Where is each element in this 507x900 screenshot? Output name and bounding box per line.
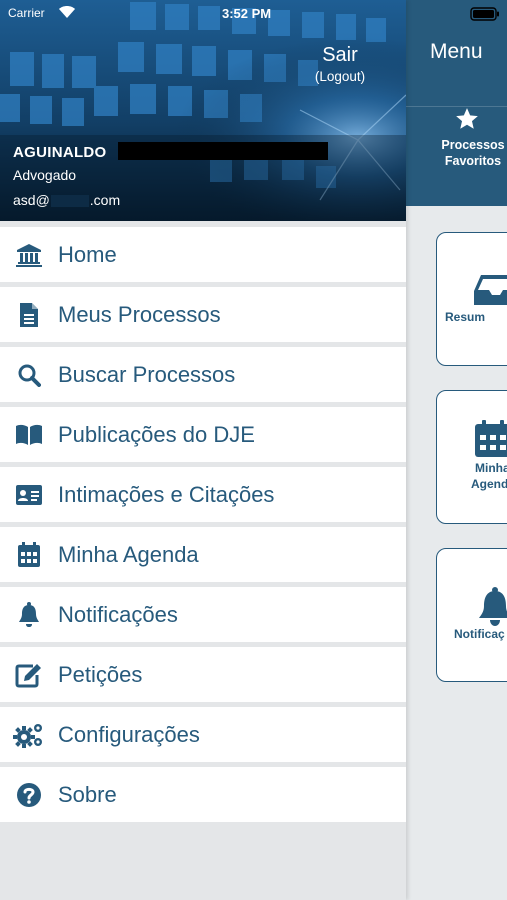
book-icon [0, 424, 58, 446]
menu-label-sobre: Sobre [58, 781, 117, 807]
menu-label-configuracoes: Configurações [58, 721, 200, 747]
favorites-label: Processos Favoritos [441, 138, 505, 168]
calendar-icon [0, 541, 58, 568]
email-redaction [50, 195, 89, 208]
agenda-card-label-1: Minha [475, 461, 507, 475]
agenda-card-label-2: Agend [471, 477, 507, 491]
notifications-card-label: Notificaç [454, 627, 505, 641]
menu-label-notificacoes: Notificações [58, 601, 178, 627]
menu-item-sobre[interactable]: Sobre [0, 767, 406, 822]
carrier-label: Carrier [8, 6, 45, 20]
redaction-bar [118, 142, 328, 160]
menu-item-publicacoes-dje[interactable]: Publicações do DJE [0, 407, 406, 462]
menu-label-peticoes: Petições [58, 661, 143, 687]
email-prefix: asd@ [13, 192, 50, 208]
menu-item-peticoes[interactable]: Petições [0, 647, 406, 702]
user-role: Advogado [13, 167, 77, 183]
main-header: Menu Processos Favoritos [406, 0, 507, 206]
menu-item-configuracoes[interactable]: Configurações [0, 707, 406, 762]
drawer-header: Sair (Logout) AGUINALDO Advogado asd@ .co… [0, 0, 406, 221]
menu-label-home: Home [58, 241, 117, 267]
menu-item-notificacoes[interactable]: Notificações [0, 587, 406, 642]
question-icon [0, 782, 58, 808]
user-name: AGUINALDO [13, 144, 107, 161]
wifi-icon [59, 6, 75, 18]
status-bar: Carrier 3:52 PM [0, 0, 507, 26]
header-background-image [0, 0, 406, 221]
menu-item-minha-agenda[interactable]: Minha Agenda [0, 527, 406, 582]
bell-icon [0, 601, 58, 628]
email-suffix: .com [89, 192, 121, 208]
side-drawer: Sair (Logout) AGUINALDO Advogado asd@ .co… [0, 0, 406, 900]
menu-label-publicacoes-dje: Publicações do DJE [58, 421, 255, 447]
status-time: 3:52 PM [222, 6, 272, 21]
logout-sublabel: (Logout) [314, 69, 366, 84]
summary-card[interactable]: Resum [436, 232, 507, 366]
menu-item-meus-processos[interactable]: Meus Processos [0, 287, 406, 342]
menu-label-buscar-processos: Buscar Processos [58, 361, 236, 387]
search-icon [0, 363, 58, 387]
user-email: asd@ .com [13, 192, 120, 208]
agenda-card[interactable]: Minha Agend [436, 390, 507, 524]
menu-item-buscar-processos[interactable]: Buscar Processos [0, 347, 406, 402]
menu-label-minha-agenda: Minha Agenda [58, 541, 199, 567]
menu-title[interactable]: Menu [430, 40, 483, 64]
menu-item-home[interactable]: Home [0, 227, 406, 282]
menu-label-intimacoes-citacoes: Intimações e Citações [58, 481, 275, 507]
notifications-card[interactable]: Notificaç [436, 548, 507, 682]
battery-icon [470, 7, 499, 21]
main-panel: Menu Processos Favoritos Resum Minha Age… [406, 0, 507, 900]
star-icon [456, 108, 478, 129]
drawer-menu: Home Meus Processos Buscar Processos Pub… [0, 227, 406, 827]
logout-button[interactable]: Sair (Logout) [300, 44, 380, 84]
menu-label-meus-processos: Meus Processos [58, 301, 221, 327]
edit-icon [0, 662, 58, 688]
menu-item-intimacoes-citacoes[interactable]: Intimações e Citações [0, 467, 406, 522]
inbox-icon [474, 275, 507, 305]
cogs-icon [0, 722, 58, 748]
bank-icon [0, 243, 58, 267]
document-icon [0, 302, 58, 328]
bell-icon [479, 587, 507, 626]
logout-label: Sair [322, 44, 358, 66]
id-card-icon [0, 484, 58, 506]
summary-card-label: Resum [445, 310, 486, 324]
calendar-icon [475, 420, 507, 457]
